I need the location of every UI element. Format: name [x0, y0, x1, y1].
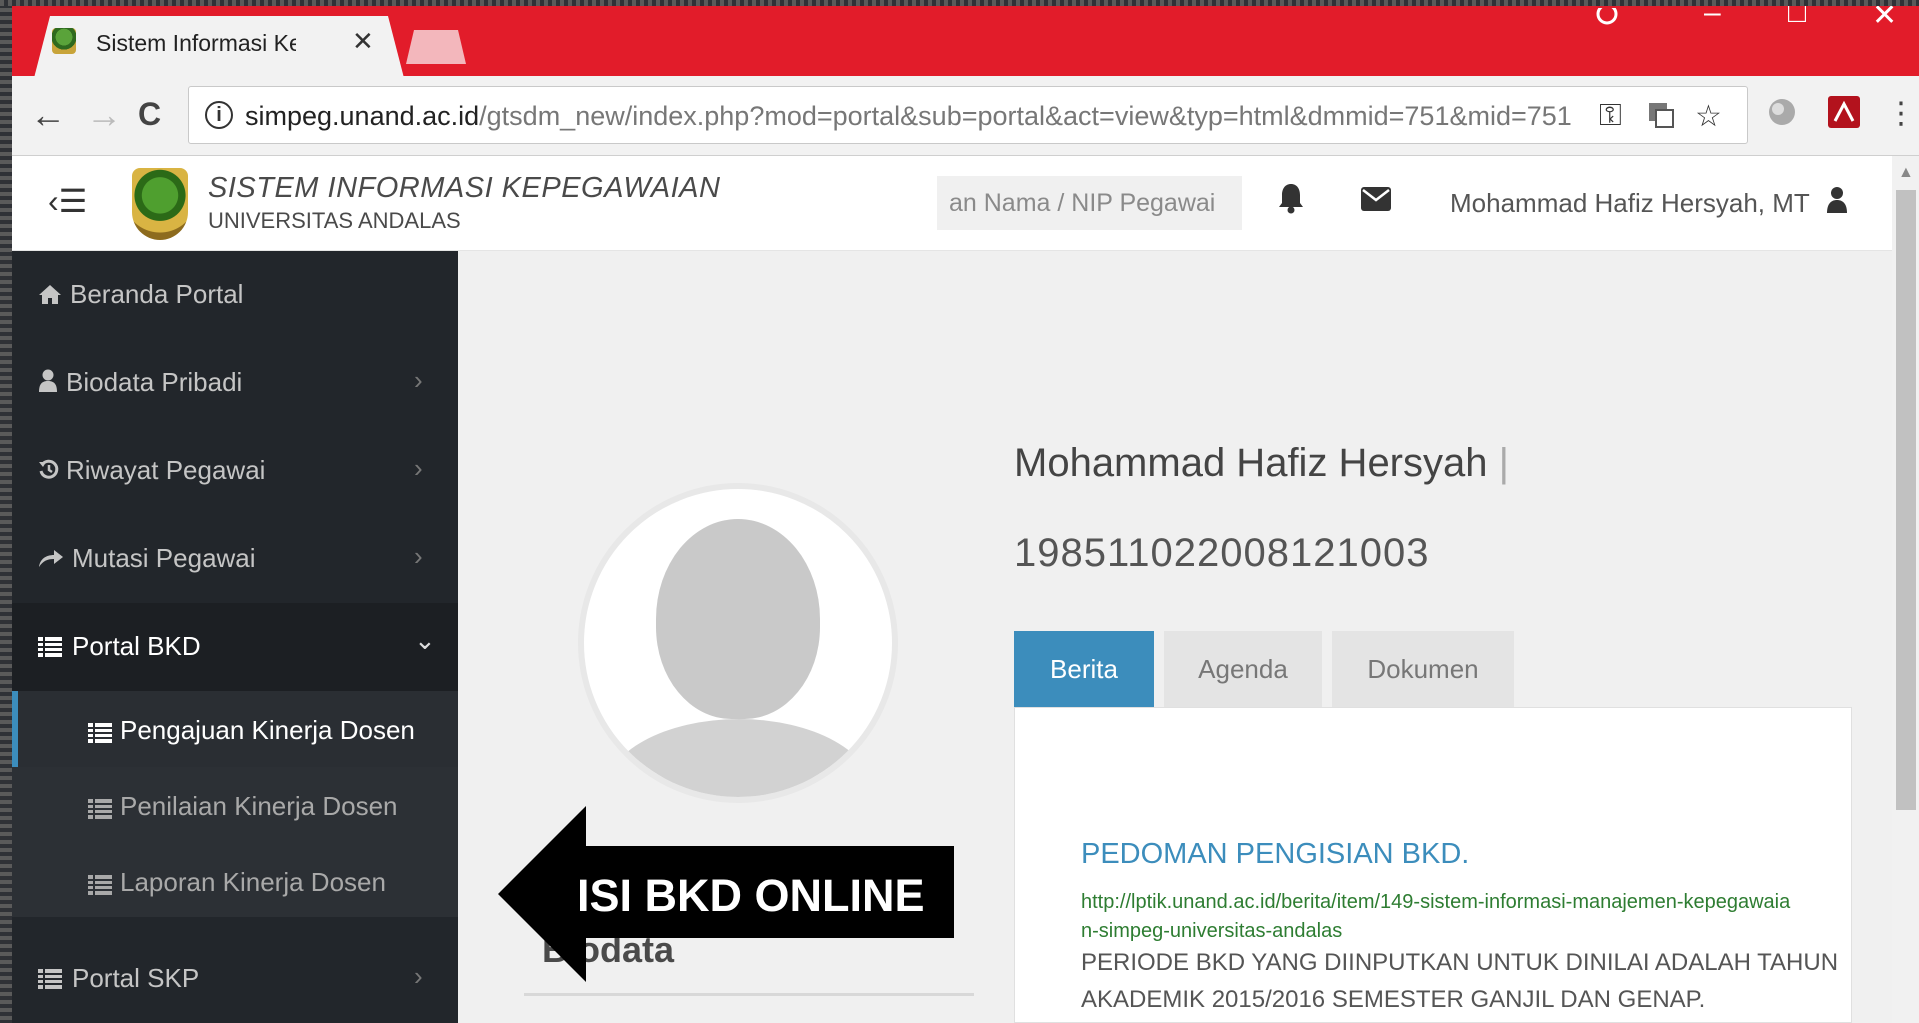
browser-menu-button[interactable]: ⋮ — [1886, 96, 1916, 131]
bell-icon[interactable] — [1277, 182, 1305, 219]
sidebar-item-label: Riwayat Pegawai — [66, 455, 266, 485]
sidebar-item-riwayat-pegawai[interactable]: Riwayat Pegawai › — [12, 427, 458, 515]
reload-button[interactable]: C — [138, 96, 161, 133]
new-tab-button[interactable] — [406, 30, 466, 64]
chevron-right-icon: › — [414, 541, 423, 571]
submenu-item-pengajuan-kinerja-dosen[interactable]: Pengajuan Kinerja Dosen — [12, 691, 458, 767]
chevron-right-icon: › — [414, 365, 423, 395]
profile-icon[interactable] — [1592, 6, 1622, 40]
sidebar-item-beranda-portal[interactable]: Beranda Portal — [12, 251, 458, 339]
news-panel: PEDOMAN PENGISIAN BKD. http://lptik.unan… — [1014, 707, 1852, 1023]
forward-button[interactable]: → — [86, 94, 122, 136]
submenu-item-label: Pengajuan Kinerja Dosen — [120, 715, 415, 745]
search-input[interactable] — [937, 176, 1242, 230]
chevron-right-icon: › — [414, 961, 423, 991]
favicon-icon — [52, 28, 76, 54]
tab-dokumen[interactable]: Dokumen — [1332, 631, 1514, 707]
sidebar: Beranda Portal Biodata Pribadi › Riwayat… — [12, 251, 458, 1023]
name-separator: | — [1498, 441, 1510, 485]
url-text[interactable]: simpeg.unand.ac.id/gtsdm_new/index.php?m… — [245, 101, 1572, 132]
tab-berita[interactable]: Berita — [1014, 631, 1154, 707]
frame-edge-left — [0, 0, 12, 1023]
profile-name-text: Mohammad Hafiz Hersyah — [1014, 441, 1488, 485]
sidebar-item-mutasi-pegawai[interactable]: Mutasi Pegawai › — [12, 515, 458, 603]
sidebar-item-label: Portal SKP — [72, 963, 200, 993]
list-icon — [38, 633, 62, 664]
sidebar-item-label: Portal BKD — [72, 631, 201, 661]
tab-close-button[interactable]: ✕ — [352, 26, 374, 57]
tab-agenda[interactable]: Agenda — [1164, 631, 1322, 707]
chevron-right-icon: › — [414, 453, 423, 483]
sidebar-item-portal-bkd[interactable]: Portal BKD ⌄ — [12, 603, 458, 691]
profile-avatar — [578, 483, 898, 803]
address-bar[interactable]: i simpeg.unand.ac.id/gtsdm_new/index.php… — [188, 86, 1748, 144]
submenu-item-label: Penilaian Kinerja Dosen — [120, 791, 398, 821]
news-text: PERIODE BKD YANG DIINPUTKAN UNTUK DINILA… — [1081, 949, 1839, 1013]
translate-icon[interactable] — [1647, 101, 1675, 137]
user-icon[interactable] — [1826, 186, 1848, 219]
browser-toolbar: ← → C i simpeg.unand.ac.id/gtsdm_new/ind… — [12, 76, 1919, 156]
url-host: simpeg.unand.ac.id — [245, 101, 480, 131]
list-icon — [38, 965, 62, 996]
list-icon — [88, 871, 112, 902]
info-icon[interactable]: i — [205, 101, 233, 129]
page-scrollbar[interactable]: ▲ — [1892, 156, 1919, 1023]
maximize-button[interactable]: □ — [1788, 6, 1806, 30]
sidebar-item-label: Biodata Pribadi — [66, 367, 243, 397]
divider — [524, 993, 974, 996]
sidebar-item-portal-skp[interactable]: Portal SKP › — [12, 935, 458, 1023]
submenu-item-penilaian-kinerja-dosen[interactable]: Penilaian Kinerja Dosen — [12, 767, 458, 843]
user-name[interactable]: Mohammad Hafiz Hersyah, MT — [1450, 188, 1810, 219]
app-header: ‹☰ SISTEM INFORMASI KEPEGAWAIAN UNIVERSI… — [12, 156, 1892, 251]
url-path: /gtsdm_new/index.php?mod=portal&sub=port… — [479, 101, 1572, 131]
bookmark-star-icon[interactable]: ☆ — [1695, 99, 1722, 134]
tab-title: Sistem Informasi Kepega — [96, 30, 296, 56]
pdf-extension-icon[interactable] — [1828, 96, 1860, 133]
tab-strip: Sistem Informasi Kepega ✕ – □ ✕ — [12, 6, 1919, 78]
scroll-up-arrow[interactable]: ▲ — [1898, 164, 1914, 182]
home-icon — [38, 281, 62, 312]
history-icon — [38, 457, 60, 488]
browser-window: Sistem Informasi Kepega ✕ – □ ✕ ← → C i … — [12, 6, 1919, 1023]
user-icon — [38, 369, 58, 400]
annotation-label: ISI BKD ONLINE — [577, 870, 925, 921]
app-subtitle: UNIVERSITAS ANDALAS — [208, 208, 461, 233]
close-window-button[interactable]: ✕ — [1872, 6, 1897, 33]
avatar-head-shape — [656, 519, 820, 719]
search-box — [937, 176, 1242, 230]
university-logo — [132, 168, 188, 240]
avatar-body-shape — [604, 719, 874, 797]
submenu-item-label: Laporan Kinerja Dosen — [120, 867, 386, 897]
app-title: SISTEM INFORMASI KEPEGAWAIAN — [208, 172, 721, 204]
page-content: ‹☰ SISTEM INFORMASI KEPEGAWAIAN UNIVERSI… — [12, 156, 1919, 1023]
minimize-button[interactable]: – — [1704, 6, 1721, 30]
extension-icon[interactable] — [1766, 96, 1798, 133]
sidebar-item-label: Mutasi Pegawai — [72, 543, 256, 573]
submenu-item-laporan-kinerja-dosen[interactable]: Laporan Kinerja Dosen — [12, 843, 458, 919]
key-icon[interactable]: ⚿ — [1599, 99, 1622, 133]
sidebar-toggle-button[interactable]: ‹☰ — [48, 182, 87, 220]
envelope-icon[interactable] — [1360, 186, 1392, 217]
share-icon — [38, 545, 64, 576]
scroll-thumb[interactable] — [1896, 190, 1916, 810]
profile-nip: 198511022008121003 — [1014, 531, 1430, 575]
back-button[interactable]: ← — [30, 94, 66, 136]
news-link[interactable]: http://lptik.unand.ac.id/berita/item/149… — [1081, 888, 1801, 946]
list-icon — [88, 719, 112, 750]
submenu-portal-bkd: Pengajuan Kinerja Dosen Penilaian Kinerj… — [12, 691, 458, 917]
chevron-down-icon: ⌄ — [414, 625, 436, 655]
list-icon — [88, 795, 112, 826]
sidebar-item-biodata-pribadi[interactable]: Biodata Pribadi › — [12, 339, 458, 427]
profile-name: Mohammad Hafiz Hersyah | — [1014, 441, 1509, 486]
news-title[interactable]: PEDOMAN PENGISIAN BKD. — [1081, 838, 1469, 871]
sidebar-item-label: Beranda Portal — [70, 279, 244, 309]
